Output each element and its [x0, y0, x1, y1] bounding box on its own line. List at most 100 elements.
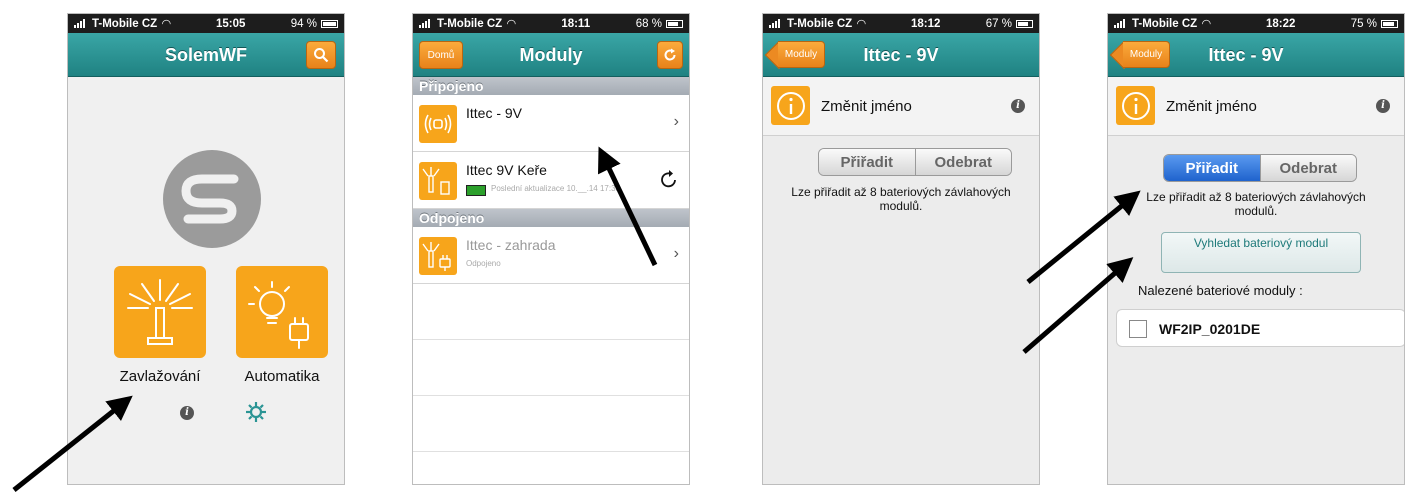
module-name: Ittec 9V Keře: [466, 162, 547, 178]
info-circle-icon: [776, 91, 805, 120]
screen-module-detail: T-Mobile CZ ◠ 18:12 67 % Ittec - 9V Modul…: [762, 13, 1040, 485]
empty-row: [413, 340, 689, 396]
refresh-button[interactable]: [657, 41, 683, 69]
module-icon: [419, 237, 457, 275]
sprinkler-plug-icon: [422, 242, 451, 271]
carrier: T-Mobile CZ: [437, 17, 503, 30]
carrier: T-Mobile CZ: [1132, 17, 1198, 30]
module-name: Ittec - 9V: [466, 105, 523, 121]
found-module-row[interactable]: WF2IP_0201DE: [1116, 309, 1404, 347]
info-icon[interactable]: i: [1376, 99, 1390, 113]
carrier: T-Mobile CZ: [92, 17, 158, 30]
battery-icon: [321, 19, 338, 28]
module-icon: [419, 162, 457, 200]
battery-icon: [1381, 19, 1398, 28]
list-item[interactable]: Ittec - 9V ›: [413, 95, 689, 152]
rename-label: Změnit jméno: [821, 98, 912, 115]
wifi-icon: ◠: [507, 18, 516, 30]
module-icon: [419, 105, 457, 143]
info-icon[interactable]: i: [1011, 99, 1025, 113]
info-circle-icon: [1121, 91, 1150, 120]
clock: 18:11: [561, 17, 591, 30]
automation-tile[interactable]: [236, 266, 328, 358]
found-label: Nalezené bateriové moduly :: [1138, 283, 1303, 298]
remove-button[interactable]: Odebrat: [914, 149, 1011, 175]
assign-button[interactable]: Přiřadit: [819, 149, 915, 175]
assign-content: Změnit jméno i Přiřadit Odebrat Lze přiř…: [1108, 77, 1404, 484]
detail-content: Změnit jméno i Přiřadit Odebrat Lze přiř…: [763, 77, 1039, 484]
modules-list: Připojeno Ittec - 9V › Ittec 9V Keře Pos…: [413, 77, 689, 484]
list-item[interactable]: Ittec 9V Keře Poslední aktualizace 10.__…: [413, 152, 689, 209]
rename-row[interactable]: Změnit jméno i: [763, 77, 1039, 136]
nav-title: SolemWF: [164, 45, 247, 65]
section-connected: Připojeno: [413, 77, 689, 95]
status-bar: T-Mobile CZ ◠ 18:22 75 %: [1108, 14, 1404, 33]
search-button[interactable]: [306, 41, 336, 69]
clock: 18:22: [1266, 17, 1296, 30]
signal-icon: [419, 19, 430, 28]
back-button[interactable]: Moduly: [764, 40, 825, 70]
carrier: T-Mobile CZ: [787, 17, 853, 30]
battery-percent: 94 %: [290, 17, 317, 30]
screen-module-assign: T-Mobile CZ ◠ 18:22 75 % Ittec - 9V Modul…: [1107, 13, 1405, 485]
irrigation-label: Zavlažování: [119, 368, 201, 385]
wifi-icon: ◠: [1202, 18, 1211, 30]
assign-remove-segment: Přiřadit Odebrat: [1163, 154, 1357, 182]
search-icon: [314, 48, 329, 63]
remove-button[interactable]: Odebrat: [1259, 155, 1356, 181]
refresh-icon[interactable]: [659, 168, 679, 190]
battery-icon: [665, 19, 683, 28]
screen-modules: T-Mobile CZ ◠ 18:11 68 % Moduly Domů Přip…: [412, 13, 690, 485]
signal-icon: [1114, 19, 1125, 28]
nav-bar: SolemWF: [68, 33, 344, 77]
empty-row: [413, 396, 689, 452]
section-disconnected: Odpojeno: [413, 209, 689, 227]
search-module-button[interactable]: Vyhledat bateriový modul: [1161, 232, 1361, 273]
info-icon[interactable]: i: [180, 406, 194, 420]
solem-logo: [163, 150, 261, 248]
home-button[interactable]: Domů: [419, 41, 463, 69]
screen-home: T-Mobile CZ ◠ 15:05 94 % SolemWF Zavlažo…: [67, 13, 345, 485]
back-button[interactable]: Moduly: [1109, 40, 1170, 70]
nav-bar: Ittec - 9V Moduly: [763, 33, 1039, 77]
bulb-plug-icon: [248, 281, 309, 349]
last-update: Poslední aktualizace 10.__.14 17:33: [491, 184, 620, 193]
back-label: Moduly: [778, 41, 825, 68]
module-status: Odpojeno: [466, 259, 501, 268]
signal-icon: [769, 19, 780, 28]
battery-level-icon: [466, 185, 486, 196]
clock: 15:05: [216, 17, 246, 30]
clock: 18:12: [911, 17, 941, 30]
rename-label: Změnit jméno: [1166, 98, 1257, 115]
assign-button[interactable]: Přiřadit: [1164, 155, 1260, 181]
gear-icon[interactable]: [245, 401, 267, 423]
list-item[interactable]: Ittec - zahrada Odpojeno ›: [413, 227, 689, 284]
status-bar: T-Mobile CZ ◠ 18:11 68 %: [413, 14, 689, 33]
nav-bar: Moduly Domů: [413, 33, 689, 77]
chevron-right-icon: ›: [673, 245, 679, 262]
rename-row[interactable]: Změnit jméno i: [1108, 77, 1404, 136]
home-content: Zavlažování Automatika i: [68, 77, 344, 484]
assign-description: Lze přiřadit až 8 bateriových závlahovýc…: [791, 185, 1011, 213]
chevron-right-icon: ›: [673, 113, 679, 130]
found-module-name: WF2IP_0201DE: [1159, 321, 1261, 337]
info-tile: [1116, 86, 1155, 125]
wifi-icon: ◠: [162, 18, 171, 30]
status-bar: T-Mobile CZ ◠ 18:12 67 %: [763, 14, 1039, 33]
back-label: Moduly: [1123, 41, 1170, 68]
battery-percent: 67 %: [985, 17, 1012, 30]
sprinkler-battery-icon: [422, 167, 450, 195]
sprinkler-icon: [127, 279, 193, 345]
wifi-icon: ◠: [857, 18, 866, 30]
module-name: Ittec - zahrada: [466, 237, 556, 253]
module-checkbox[interactable]: [1129, 320, 1147, 338]
signal-waves-icon: [424, 114, 452, 134]
empty-row: [413, 284, 689, 340]
automation-label: Automatika: [244, 368, 320, 385]
assign-remove-segment: Přiřadit Odebrat: [818, 148, 1012, 176]
battery-percent: 68 %: [635, 17, 662, 30]
status-bar: T-Mobile CZ ◠ 15:05 94 %: [68, 14, 344, 33]
signal-icon: [74, 19, 85, 28]
battery-icon: [1016, 19, 1033, 28]
irrigation-tile[interactable]: [114, 266, 206, 358]
